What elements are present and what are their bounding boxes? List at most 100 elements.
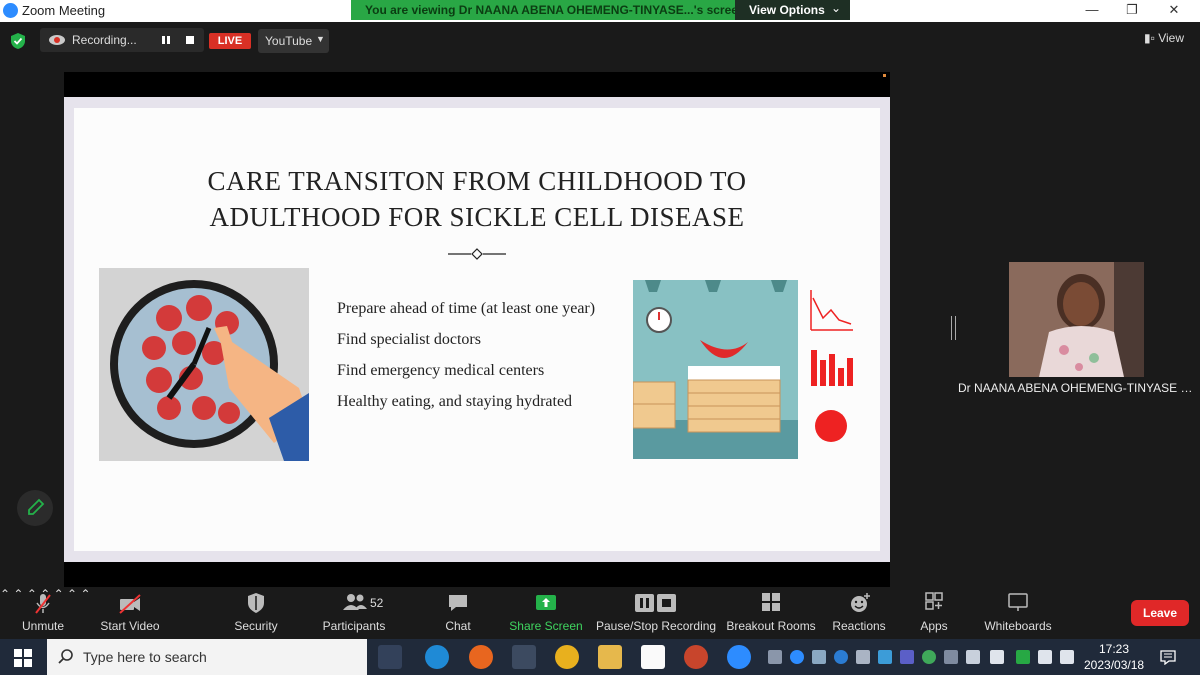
restore-button[interactable]: ❐ (1122, 2, 1142, 20)
meeting-toolbar: Unmute ⌃ Start Video ⌃ Security 52 Parti… (0, 587, 1200, 639)
participants-button[interactable]: 52 Participants (318, 587, 390, 639)
slide-title-line-2: ADULTHOOD FOR SICKLE CELL DISEASE (209, 202, 745, 232)
title-divider-ornament (448, 248, 506, 260)
slide-title-line-1: CARE TRANSITON FROM CHILDHOOD TO (207, 166, 747, 196)
share-screen-button[interactable]: Share Screen (508, 587, 584, 639)
minimize-button[interactable]: — (1082, 2, 1102, 20)
start-video-button[interactable]: Start Video (96, 587, 164, 639)
clock-illustration (99, 268, 309, 461)
windows-taskbar: Type here to search 17:23 2023/03/18 (0, 639, 1200, 675)
search-icon (58, 649, 73, 664)
pause-recording-icon[interactable] (158, 32, 174, 48)
chat-label: Chat (445, 619, 471, 633)
wifi-icon[interactable] (1060, 650, 1074, 664)
chat-bubble-icon (449, 595, 467, 611)
panel-splitter-handle[interactable] (951, 316, 956, 340)
reactions-button[interactable]: Reactions (830, 587, 888, 639)
slide-bullet-list: Prepare ahead of time (at least one year… (337, 298, 597, 422)
tray-icon[interactable] (944, 650, 958, 664)
clock-time: 17:23 (1098, 642, 1130, 656)
encryption-shield-icon[interactable] (10, 32, 26, 50)
chart-icons-decoration (810, 290, 853, 442)
chat-button[interactable]: Chat (436, 587, 480, 639)
video-off-icon (119, 594, 141, 614)
tray-icon[interactable] (812, 650, 826, 664)
bullet-item: Find specialist doctors (337, 331, 481, 348)
share-banner-message: You are viewing Dr NAANA ABENA OHEMENG-T… (365, 3, 746, 17)
clinic-room-illustration (633, 280, 798, 459)
participant-name: Dr NAANA ABENA OHEMENG-TINYASE HE... (958, 381, 1196, 395)
windows-start-icon[interactable] (14, 649, 32, 667)
participants-label: Participants (322, 619, 386, 633)
view-options-button[interactable]: View Options ⌄ (735, 0, 850, 20)
share-screen-label: Share Screen (509, 619, 583, 633)
reactions-smiley-icon (851, 593, 870, 612)
taskbar-search-input[interactable]: Type here to search (47, 639, 367, 675)
bullet-item: Find emergency medical centers (337, 362, 545, 379)
cloud-record-icon (49, 35, 65, 45)
unmute-label: Unmute (21, 619, 65, 633)
mic-tray-icon[interactable] (768, 650, 782, 664)
taskbar-clock[interactable]: 17:23 2023/03/18 (1084, 641, 1144, 673)
audio-options-caret-icon[interactable]: ⌃ (0, 587, 10, 601)
volume-icon[interactable] (990, 650, 1004, 664)
notification-icon[interactable] (1160, 649, 1176, 665)
bullet-item: Healthy eating, and staying hydrated (337, 393, 573, 410)
notion-icon[interactable] (641, 645, 665, 669)
participants-count: 52 (370, 596, 384, 610)
powerpoint-icon[interactable] (684, 645, 708, 669)
clock-hand-icon (110, 280, 309, 461)
apps-icon (925, 592, 943, 610)
whiteboards-options-caret-icon[interactable]: ⌃ (80, 587, 90, 601)
skype-tray-icon[interactable] (834, 650, 848, 664)
view-label: View (1158, 31, 1184, 45)
share-indicator-dot (883, 74, 886, 77)
tray-icon[interactable] (856, 650, 870, 664)
meeting-topbar: Recording... LIVE YouTube ▼ ▮▫ View (0, 22, 1200, 62)
share-banner: You are viewing Dr NAANA ABENA OHEMENG-T… (351, 0, 850, 20)
presentation-slide: CARE TRANSITON FROM CHILDHOOD TO ADULTHO… (74, 108, 880, 551)
pause-stop-recording-button[interactable]: Pause/Stop Recording (596, 587, 716, 639)
whiteboard-icon (1008, 593, 1028, 611)
muted-mic-icon (35, 594, 51, 614)
pause-stop-icon (635, 594, 676, 612)
chrome-icon[interactable] (555, 645, 579, 669)
participant-video-thumbnail[interactable] (1009, 262, 1144, 377)
battery-icon[interactable] (1038, 650, 1052, 664)
tray-icon[interactable] (878, 650, 892, 664)
printer-tray-icon[interactable] (966, 650, 980, 664)
breakout-rooms-button[interactable]: Breakout Rooms (726, 587, 816, 639)
stream-target-dropdown[interactable]: YouTube ▼ (258, 29, 329, 53)
recording-label: Recording... (72, 33, 137, 47)
defender-tray-icon[interactable] (1016, 650, 1030, 664)
security-button[interactable]: Security (226, 587, 286, 639)
bullet-item: Prepare ahead of time (at least one year… (337, 300, 596, 317)
zoom-taskbar-icon[interactable] (727, 645, 751, 669)
search-placeholder: Type here to search (83, 649, 207, 665)
teams-tray-icon[interactable] (900, 650, 914, 664)
leave-button[interactable]: Leave (1131, 600, 1189, 626)
annotate-button[interactable] (17, 490, 53, 526)
edge-browser-icon[interactable] (425, 645, 449, 669)
file-explorer-icon[interactable] (598, 645, 622, 669)
tray-icon[interactable] (922, 650, 936, 664)
close-button[interactable]: ✕ (1164, 2, 1184, 20)
apps-label: Apps (920, 619, 948, 633)
zoom-tray-icon[interactable] (790, 650, 804, 664)
stop-recording-icon[interactable] (182, 32, 198, 48)
security-label: Security (234, 619, 278, 633)
whiteboards-button[interactable]: Whiteboards (980, 587, 1056, 639)
view-button[interactable]: ▮▫ View (1144, 31, 1184, 45)
clinic-room-icon (633, 280, 798, 459)
reactions-label: Reactions (832, 619, 886, 633)
whiteboards-label: Whiteboards (984, 619, 1052, 633)
breakout-rooms-icon (762, 593, 780, 611)
firefox-icon[interactable] (469, 645, 493, 669)
task-view-icon[interactable] (378, 645, 402, 669)
unmute-button[interactable]: Unmute (14, 587, 72, 639)
chevron-down-icon: ⌄ (831, 1, 842, 15)
start-video-label: Start Video (100, 619, 160, 633)
apps-button[interactable]: Apps (914, 587, 954, 639)
store-icon[interactable] (512, 645, 536, 669)
breakout-rooms-label: Breakout Rooms (726, 619, 816, 633)
